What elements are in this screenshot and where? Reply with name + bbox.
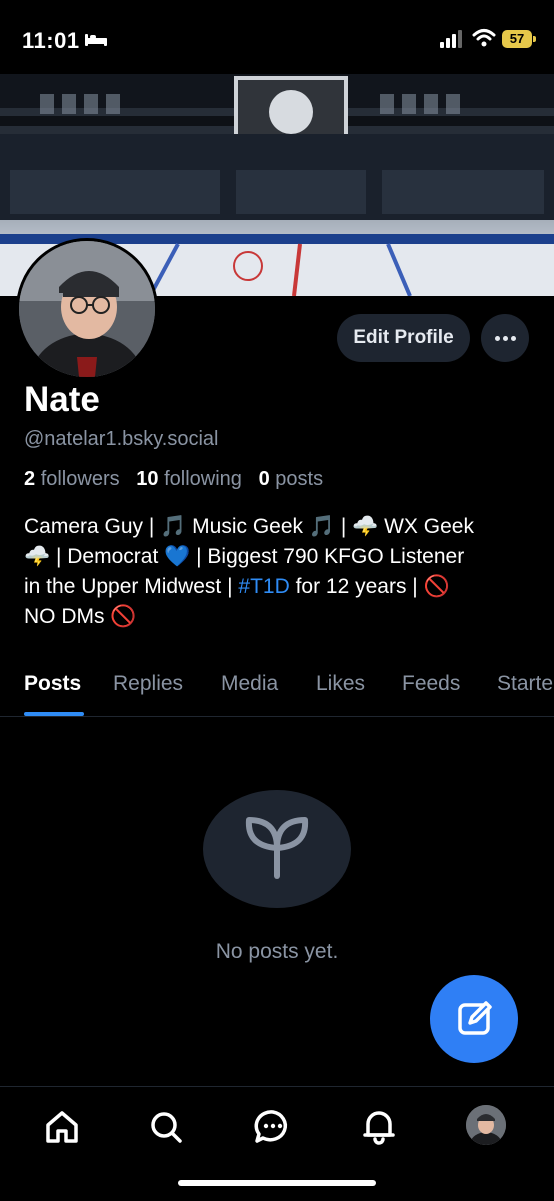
sleep-focus-icon	[85, 34, 107, 46]
following-count: 10	[136, 468, 159, 490]
more-options-button[interactable]	[481, 314, 529, 362]
empty-state-icon-circle	[203, 790, 351, 908]
avatar-photo	[19, 241, 155, 377]
ellipsis-dot-icon	[503, 336, 508, 341]
followers-count: 2	[24, 468, 36, 490]
profile-bio: Camera Guy | 🎵 Music Geek 🎵 | 🌩️ WX Geek…	[24, 512, 534, 632]
ellipsis-dot-icon	[511, 336, 516, 341]
profile-stats: 2 followers 10 following 0 posts	[24, 468, 323, 491]
bio-line: 🌩️ | Democrat 💙 | Biggest 790 KFGO Liste…	[24, 545, 465, 568]
bio-text: in the Upper Midwest |	[24, 575, 239, 598]
tab-media[interactable]: Media	[221, 672, 278, 696]
home-icon[interactable]	[42, 1107, 82, 1147]
bio-line: in the Upper Midwest | #T1D for 12 years…	[24, 572, 534, 602]
compose-post-button[interactable]	[430, 975, 518, 1063]
edit-profile-button[interactable]: Edit Profile	[337, 314, 470, 362]
following-link[interactable]: 10 following	[136, 468, 242, 490]
bio-text: for 12 years | 🚫	[289, 575, 450, 598]
profile-handle: @natelar1.bsky.social	[24, 428, 219, 450]
nav-profile-avatar[interactable]	[466, 1105, 506, 1145]
tab-replies[interactable]: Replies	[113, 672, 183, 696]
hashtag-link[interactable]: #T1D	[238, 575, 289, 598]
bio-line: Camera Guy | 🎵 Music Geek 🎵 | 🌩️ WX Geek	[24, 515, 474, 538]
search-icon[interactable]	[146, 1107, 186, 1147]
battery-icon: 57	[502, 30, 536, 48]
profile-tabs: Posts Replies Media Likes Feeds Starte	[0, 662, 554, 717]
posts-label: posts	[275, 468, 324, 490]
notifications-bell-icon[interactable]	[359, 1107, 399, 1147]
ellipsis-dot-icon	[495, 336, 500, 341]
home-indicator[interactable]	[178, 1180, 376, 1186]
tab-feeds[interactable]: Feeds	[402, 672, 460, 696]
tab-starter-packs[interactable]: Starte	[497, 672, 553, 696]
empty-state-text: No posts yet.	[215, 940, 339, 963]
profile-avatar[interactable]	[16, 238, 158, 380]
tab-posts[interactable]: Posts	[24, 672, 81, 696]
cellular-signal-icon	[440, 30, 462, 48]
wifi-icon	[472, 29, 496, 47]
active-tab-indicator	[24, 712, 84, 716]
status-bar: 11:01 57	[0, 0, 554, 74]
posts-count: 0	[258, 468, 270, 490]
seedling-icon	[245, 817, 309, 879]
compose-icon	[458, 1001, 492, 1035]
display-name: Nate	[24, 380, 100, 419]
posts-stat: 0 posts	[259, 468, 324, 490]
tab-likes[interactable]: Likes	[316, 672, 365, 696]
avatar-photo	[466, 1105, 506, 1145]
followers-label: followers	[40, 468, 120, 490]
clock: 11:01	[22, 28, 80, 53]
bio-line: NO DMs 🚫	[24, 605, 137, 628]
followers-link[interactable]: 2 followers	[24, 468, 120, 490]
chat-icon[interactable]	[253, 1107, 293, 1147]
following-label: following	[164, 468, 242, 490]
